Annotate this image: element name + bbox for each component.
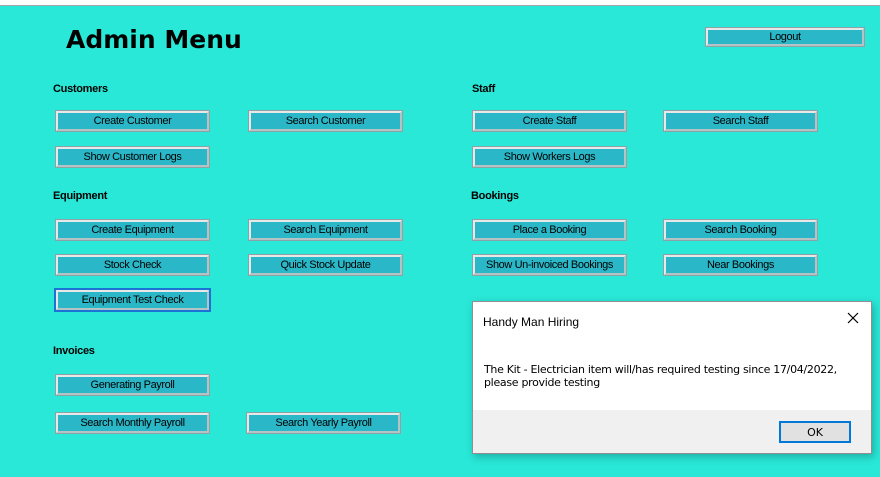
page-title: Admin Menu (66, 25, 242, 54)
equipment-test-check-button[interactable]: Equipment Test Check (54, 288, 211, 312)
logout-button[interactable]: Logout (705, 27, 865, 47)
create-staff-button[interactable]: Create Staff (472, 110, 627, 132)
dialog-message: The Kit - Electrician item will/has requ… (484, 363, 837, 389)
search-staff-button[interactable]: Search Staff (663, 110, 818, 132)
quick-stock-update-button[interactable]: Quick Stock Update (248, 254, 403, 276)
dialog-title: Handy Man Hiring (483, 315, 580, 329)
show-workers-logs-button[interactable]: Show Workers Logs (472, 146, 627, 168)
staff-heading: Staff (472, 83, 495, 95)
create-equipment-button[interactable]: Create Equipment (55, 219, 210, 241)
generating-payroll-button[interactable]: Generating Payroll (55, 374, 210, 396)
search-customer-button[interactable]: Search Customer (248, 110, 403, 132)
near-bookings-button[interactable]: Near Bookings (663, 254, 818, 276)
place-booking-button[interactable]: Place a Booking (472, 219, 627, 241)
customers-heading: Customers (53, 83, 108, 95)
ok-button[interactable]: OK (779, 421, 851, 443)
search-yearly-payroll-button[interactable]: Search Yearly Payroll (246, 412, 401, 434)
invoices-heading: Invoices (53, 345, 95, 357)
equipment-heading: Equipment (53, 190, 108, 202)
search-equipment-button[interactable]: Search Equipment (248, 219, 403, 241)
close-icon[interactable] (845, 310, 861, 326)
dialog-footer: OK (473, 410, 871, 453)
show-uninvoiced-bookings-button[interactable]: Show Un-invoiced Bookings (472, 254, 627, 276)
message-dialog: Handy Man Hiring The Kit - Electrician i… (472, 301, 872, 454)
stock-check-button[interactable]: Stock Check (55, 254, 210, 276)
create-customer-button[interactable]: Create Customer (55, 110, 210, 132)
search-monthly-payroll-button[interactable]: Search Monthly Payroll (55, 412, 210, 434)
show-customer-logs-button[interactable]: Show Customer Logs (55, 146, 210, 168)
search-booking-button[interactable]: Search Booking (663, 219, 818, 241)
bookings-heading: Bookings (471, 190, 519, 202)
